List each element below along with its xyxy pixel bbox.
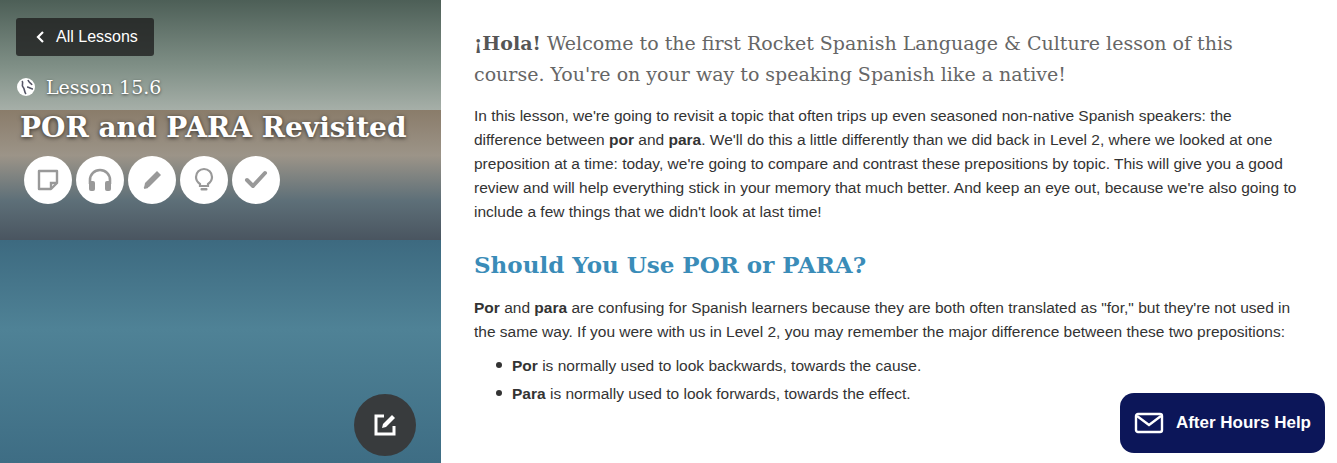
globe-icon: [16, 77, 36, 97]
check-icon: [242, 166, 270, 194]
lesson-page: All Lessons Lesson 15.6 POR and PARA Rev…: [0, 0, 1337, 463]
after-hours-help-button[interactable]: After Hours Help: [1120, 393, 1325, 453]
hero-photo: [0, 0, 441, 463]
chevron-left-icon: [34, 30, 48, 44]
lesson-title: POR and PARA Revisited: [20, 110, 407, 146]
envelope-icon: [1134, 412, 1164, 434]
section-heading: Should You Use POR or PARA?: [474, 248, 1301, 282]
note-button[interactable]: [24, 156, 72, 204]
bullet-item: Por is normally used to look backwards, …: [496, 354, 1301, 378]
paragraph: In this lesson, we're going to revisit a…: [474, 104, 1301, 224]
edit-notes-button[interactable]: [354, 394, 416, 456]
write-button[interactable]: [128, 156, 176, 204]
bullet-dot: [496, 390, 502, 396]
all-lessons-button[interactable]: All Lessons: [16, 18, 154, 56]
paragraph: Por and para are confusing for Spanish l…: [474, 296, 1301, 344]
lesson-number: Lesson 15.6: [16, 76, 161, 98]
audio-button[interactable]: [76, 156, 124, 204]
bullet-dot: [496, 362, 502, 368]
lightbulb-icon: [191, 167, 217, 193]
headphones-icon: [86, 166, 114, 194]
intro-text: ¡Hola! Welcome to the first Rocket Spani…: [474, 28, 1301, 90]
done-button[interactable]: [232, 156, 280, 204]
edit-icon: [370, 410, 400, 440]
tip-button[interactable]: [180, 156, 228, 204]
lesson-tools: [24, 156, 280, 204]
pencil-icon: [139, 167, 165, 193]
lesson-hero: All Lessons Lesson 15.6 POR and PARA Rev…: [0, 0, 441, 463]
note-icon: [35, 167, 61, 193]
